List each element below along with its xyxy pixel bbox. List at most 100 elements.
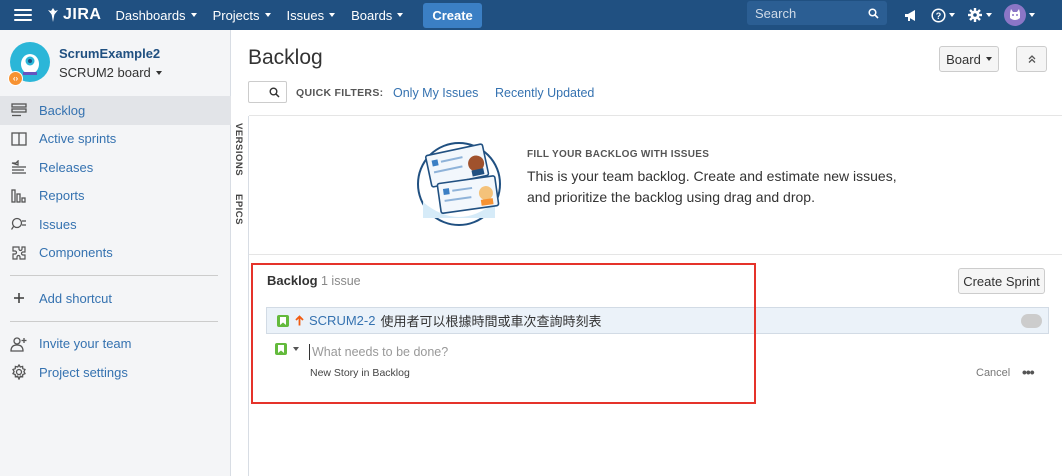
chevron-down-icon: [949, 13, 955, 17]
add-shortcut-button[interactable]: Add shortcut: [0, 284, 231, 313]
board-name: SCRUM2 board: [59, 65, 151, 80]
help-menu[interactable]: ?: [931, 7, 955, 23]
project-sidebar: ‹› ScrumExample2 SCRUM2 board Backlog Ac…: [0, 30, 231, 476]
sidebar-item-label: Active sprints: [39, 131, 117, 147]
app-switcher-menu-icon[interactable]: [14, 9, 32, 21]
sidebar-item-label: Components: [39, 245, 113, 261]
plus-icon: [10, 289, 28, 307]
filter-recently-updated[interactable]: Recently Updated: [495, 86, 594, 100]
sidebar-item-label: Backlog: [39, 102, 86, 118]
sidebar-item-active-sprints[interactable]: Active sprints: [0, 125, 231, 154]
versions-epics-panel-strip: VERSIONS EPICS: [231, 116, 249, 476]
project-type-badge-icon: ‹›: [8, 71, 23, 86]
sidebar-item-label: Reports: [39, 188, 85, 204]
issues-icon: [10, 215, 28, 233]
sidebar-item-backlog[interactable]: Backlog: [0, 96, 231, 125]
backlog-empty-illustration: [415, 140, 507, 226]
nav-projects-menu[interactable]: Projects: [213, 8, 271, 23]
new-issue-summary-input[interactable]: What needs to be done?: [309, 344, 448, 360]
backlog-section-title: Backlog: [267, 273, 318, 288]
board-button-label: Board: [946, 51, 981, 67]
invite-team-button[interactable]: Invite your team: [0, 330, 231, 359]
divider: [249, 115, 1062, 116]
invite-team-label: Invite your team: [39, 336, 132, 352]
issue-key-link[interactable]: SCRUM2-2: [309, 313, 375, 328]
nav-issues-label: Issues: [286, 7, 325, 23]
nav-boards-menu[interactable]: Boards: [351, 7, 404, 23]
cancel-new-issue-link[interactable]: Cancel: [976, 367, 1010, 379]
feedback-megaphone-icon[interactable]: [904, 9, 919, 22]
add-shortcut-label: Add shortcut: [39, 290, 112, 306]
chevron-down-icon: [293, 347, 299, 351]
top-navigation-bar: JIRA Dashboards Projects Issues Boards C…: [0, 0, 1062, 30]
divider: [249, 254, 1062, 255]
chevron-down-icon: [329, 13, 336, 17]
story-icon: [277, 314, 289, 327]
backlog-issue-row[interactable]: SCRUM2-2 使用者可以根據時間或車次查詢時刻表: [266, 307, 1049, 334]
collapse-header-button[interactable]: [1016, 46, 1047, 72]
user-profile-menu[interactable]: [1004, 4, 1035, 26]
jira-logo[interactable]: JIRA: [46, 6, 101, 24]
search-icon: [269, 87, 280, 98]
chevron-down-icon: [155, 70, 162, 75]
components-icon: [10, 244, 28, 262]
project-avatar[interactable]: ‹›: [8, 42, 50, 86]
board-selector[interactable]: SCRUM2 board: [59, 65, 162, 80]
gear-icon: [968, 8, 982, 22]
create-sprint-button[interactable]: Create Sprint: [958, 268, 1045, 294]
jira-logo-icon: [48, 8, 58, 22]
create-issue-button[interactable]: Create: [423, 2, 482, 28]
chevron-down-icon: [986, 13, 992, 17]
chevron-down-icon: [1029, 13, 1035, 17]
nav-projects-label: Projects: [212, 7, 260, 23]
sidebar-item-components[interactable]: Components: [0, 239, 231, 268]
nav-dashboards-label: Dashboards: [115, 7, 186, 23]
quick-filters-label: QUICK FILTERS:: [296, 87, 384, 99]
priority-high-arrow-icon: [295, 315, 304, 326]
chevron-down-icon: [397, 13, 404, 17]
search-input[interactable]: Search: [747, 1, 887, 25]
project-settings-label: Project settings: [39, 364, 128, 380]
user-avatar: [1004, 4, 1026, 26]
page-title: Backlog: [248, 46, 323, 69]
estimate-badge: [1021, 314, 1042, 328]
board-dropdown-button[interactable]: Board: [939, 46, 999, 72]
new-issue-hint: New Story in Backlog: [310, 367, 410, 379]
filter-search-input[interactable]: [248, 81, 287, 103]
sidebar-item-label: Issues: [39, 216, 77, 232]
backlog-issue-count: 1 issue: [321, 274, 361, 288]
more-options-icon[interactable]: •••: [1022, 364, 1035, 380]
filter-only-my-issues[interactable]: Only My Issues: [393, 86, 478, 100]
issue-type-selector[interactable]: [275, 343, 299, 355]
empty-state-heading: FILL YOUR BACKLOG WITH ISSUES: [527, 149, 710, 160]
sidebar-item-reports[interactable]: Reports: [0, 182, 231, 211]
jira-logo-text: JIRA: [63, 6, 102, 23]
story-icon: [275, 343, 287, 355]
sidebar-item-issues[interactable]: Issues: [0, 210, 231, 239]
sidebar-divider: [10, 275, 218, 276]
nav-issues-menu[interactable]: Issues: [287, 8, 336, 23]
add-user-icon: [10, 335, 28, 353]
active-sprints-icon: [10, 130, 28, 148]
empty-state-description: This is your team backlog. Create and es…: [527, 168, 897, 205]
issue-summary: 使用者可以根據時間或車次查詢時刻表: [380, 314, 602, 329]
releases-icon: [10, 158, 28, 176]
versions-panel-toggle[interactable]: VERSIONS: [233, 123, 244, 176]
project-settings-button[interactable]: Project settings: [0, 358, 231, 387]
nav-dashboards-menu[interactable]: Dashboards: [115, 7, 197, 23]
chevron-down-icon: [264, 13, 271, 17]
nav-boards-label: Boards: [351, 7, 393, 23]
project-name-link[interactable]: ScrumExample2: [59, 46, 162, 61]
chevron-down-icon: [190, 13, 197, 17]
epics-panel-toggle[interactable]: EPICS: [233, 194, 244, 225]
gear-icon: [10, 363, 28, 381]
sidebar-item-releases[interactable]: Releases: [0, 153, 231, 182]
svg-text:?: ?: [936, 11, 942, 21]
settings-menu[interactable]: [967, 7, 992, 23]
double-chevron-up-icon: [1028, 55, 1035, 63]
help-icon: ?: [931, 7, 946, 23]
sidebar-item-label: Releases: [39, 159, 94, 175]
search-icon: [868, 7, 879, 19]
sidebar-divider: [10, 320, 218, 322]
project-header: ‹› ScrumExample2 SCRUM2 board: [8, 42, 162, 86]
